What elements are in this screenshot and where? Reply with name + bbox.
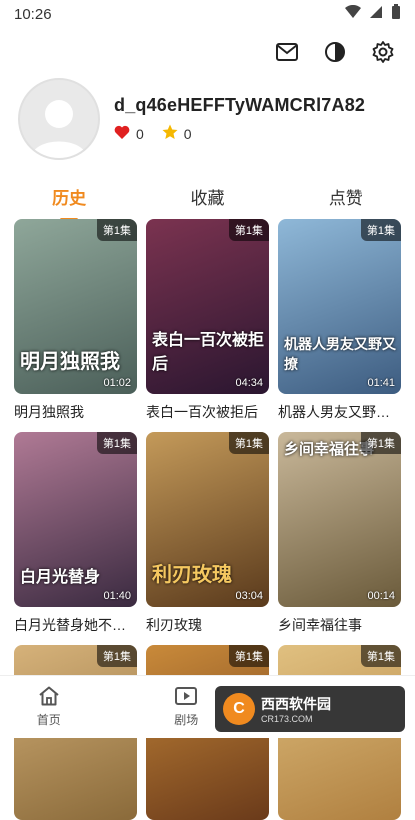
tab-likes[interactable]: 点赞 [321,180,371,213]
episode-badge: 第1集 [228,219,269,241]
drama-card[interactable]: 利刃玫瑰 第1集 03:04 利刃玫瑰 [146,432,269,635]
battery-icon [391,4,401,24]
theme-toggle-icon[interactable] [323,40,347,64]
episode-badge: 第1集 [96,645,137,667]
poster-title: 白月光替身 [20,567,101,586]
episode-badge: 第1集 [96,219,137,241]
user-stats: 0 0 [114,124,365,143]
nav-home-label: 首页 [36,713,61,727]
drama-card[interactable]: 白月光替身 第1集 01:40 白月光替身她不干了 [14,432,137,635]
watermark-sub: CR173.COM [261,714,313,724]
heart-icon [114,125,130,142]
episode-badge: 第1集 [360,432,401,454]
drama-card[interactable]: 机器人男友又野又撩 第1集 01:41 机器人男友又野又撩 [278,219,401,422]
duration-label: 00:14 [367,590,395,602]
duration-label: 04:34 [235,377,263,389]
nav-theater-label: 剧场 [174,713,199,727]
likes-stat: 0 [114,125,144,142]
poster-title: 机器人男友又野又撩 [284,337,396,373]
drama-title[interactable]: 机器人男友又野又撩 [278,402,401,422]
user-info: d_q46eHEFFTyWAMCRl7A82 0 0 [114,95,365,143]
likes-count: 0 [136,125,144,142]
poster-title: 利刃玫瑰 [152,562,232,586]
drama-poster[interactable]: 利刃玫瑰 第1集 03:04 [146,432,269,607]
tab-bar: 历史 收藏 点赞 [0,176,415,216]
status-bar: 10:26 [0,0,415,28]
home-icon [38,686,60,709]
status-time: 10:26 [14,5,52,23]
drama-title[interactable]: 表白一百次被拒后 [146,402,269,422]
drama-card[interactable]: 表白一百次被拒后 第1集 04:34 表白一百次被拒后 [146,219,269,422]
avatar[interactable] [18,78,100,160]
star-icon [162,124,178,143]
nav-theater[interactable]: 剧场 [174,686,198,728]
favorites-count: 0 [183,125,192,142]
tab-favorites[interactable]: 收藏 [182,180,232,213]
duration-label: 03:04 [235,590,263,602]
signal-icon [369,5,383,23]
drama-poster[interactable]: 白月光替身 第1集 01:40 [14,432,137,607]
duration-label: 01:40 [103,590,131,602]
episode-badge: 第1集 [360,219,401,241]
duration-label: 01:02 [103,377,131,389]
watermark-brand: 西西软件园 [261,696,331,712]
drama-poster[interactable]: 乡间幸福往事 第1集 00:14 [278,432,401,607]
drama-title[interactable]: 乡间幸福往事 [278,615,401,635]
favorites-stat: 0 [162,124,192,143]
episode-badge: 第1集 [360,645,401,667]
episode-badge: 第1集 [96,432,137,454]
episode-badge: 第1集 [228,645,269,667]
tab-history[interactable]: 历史 [44,180,94,213]
drama-card[interactable]: 明月独照我 第1集 01:02 明月独照我 [14,219,137,422]
drama-card[interactable]: 乡间幸福往事 第1集 00:14 乡间幸福往事 [278,432,401,635]
settings-gear-icon[interactable] [371,40,395,64]
username: d_q46eHEFFTyWAMCRl7A82 [114,95,366,115]
drama-poster[interactable]: 明月独照我 第1集 01:02 [14,219,137,394]
wifi-icon [345,4,361,23]
drama-title[interactable]: 明月独照我 [14,402,137,422]
duration-label: 01:41 [367,377,395,389]
poster-title: 明月独照我 [20,349,120,373]
watermark-text: 西西软件园 CR173.COM [261,694,331,724]
poster-title: 表白一百次被拒后 [152,330,265,373]
nav-home[interactable]: 首页 [37,686,61,728]
status-icons [345,4,401,24]
top-actions [275,40,395,64]
drama-poster[interactable]: 机器人男友又野又撩 第1集 01:41 [278,219,401,394]
drama-poster[interactable]: 表白一百次被拒后 第1集 04:34 [146,219,269,394]
watermark-logo-icon: C [223,693,255,725]
theater-icon [175,686,198,709]
mail-icon[interactable] [275,40,299,64]
profile-section: d_q46eHEFFTyWAMCRl7A82 0 0 [18,78,365,160]
drama-title[interactable]: 白月光替身她不干了 [14,615,137,635]
drama-title[interactable]: 利刃玫瑰 [146,615,269,635]
watermark-overlay: C 西西软件园 CR173.COM [215,686,405,732]
episode-badge: 第1集 [228,432,269,454]
